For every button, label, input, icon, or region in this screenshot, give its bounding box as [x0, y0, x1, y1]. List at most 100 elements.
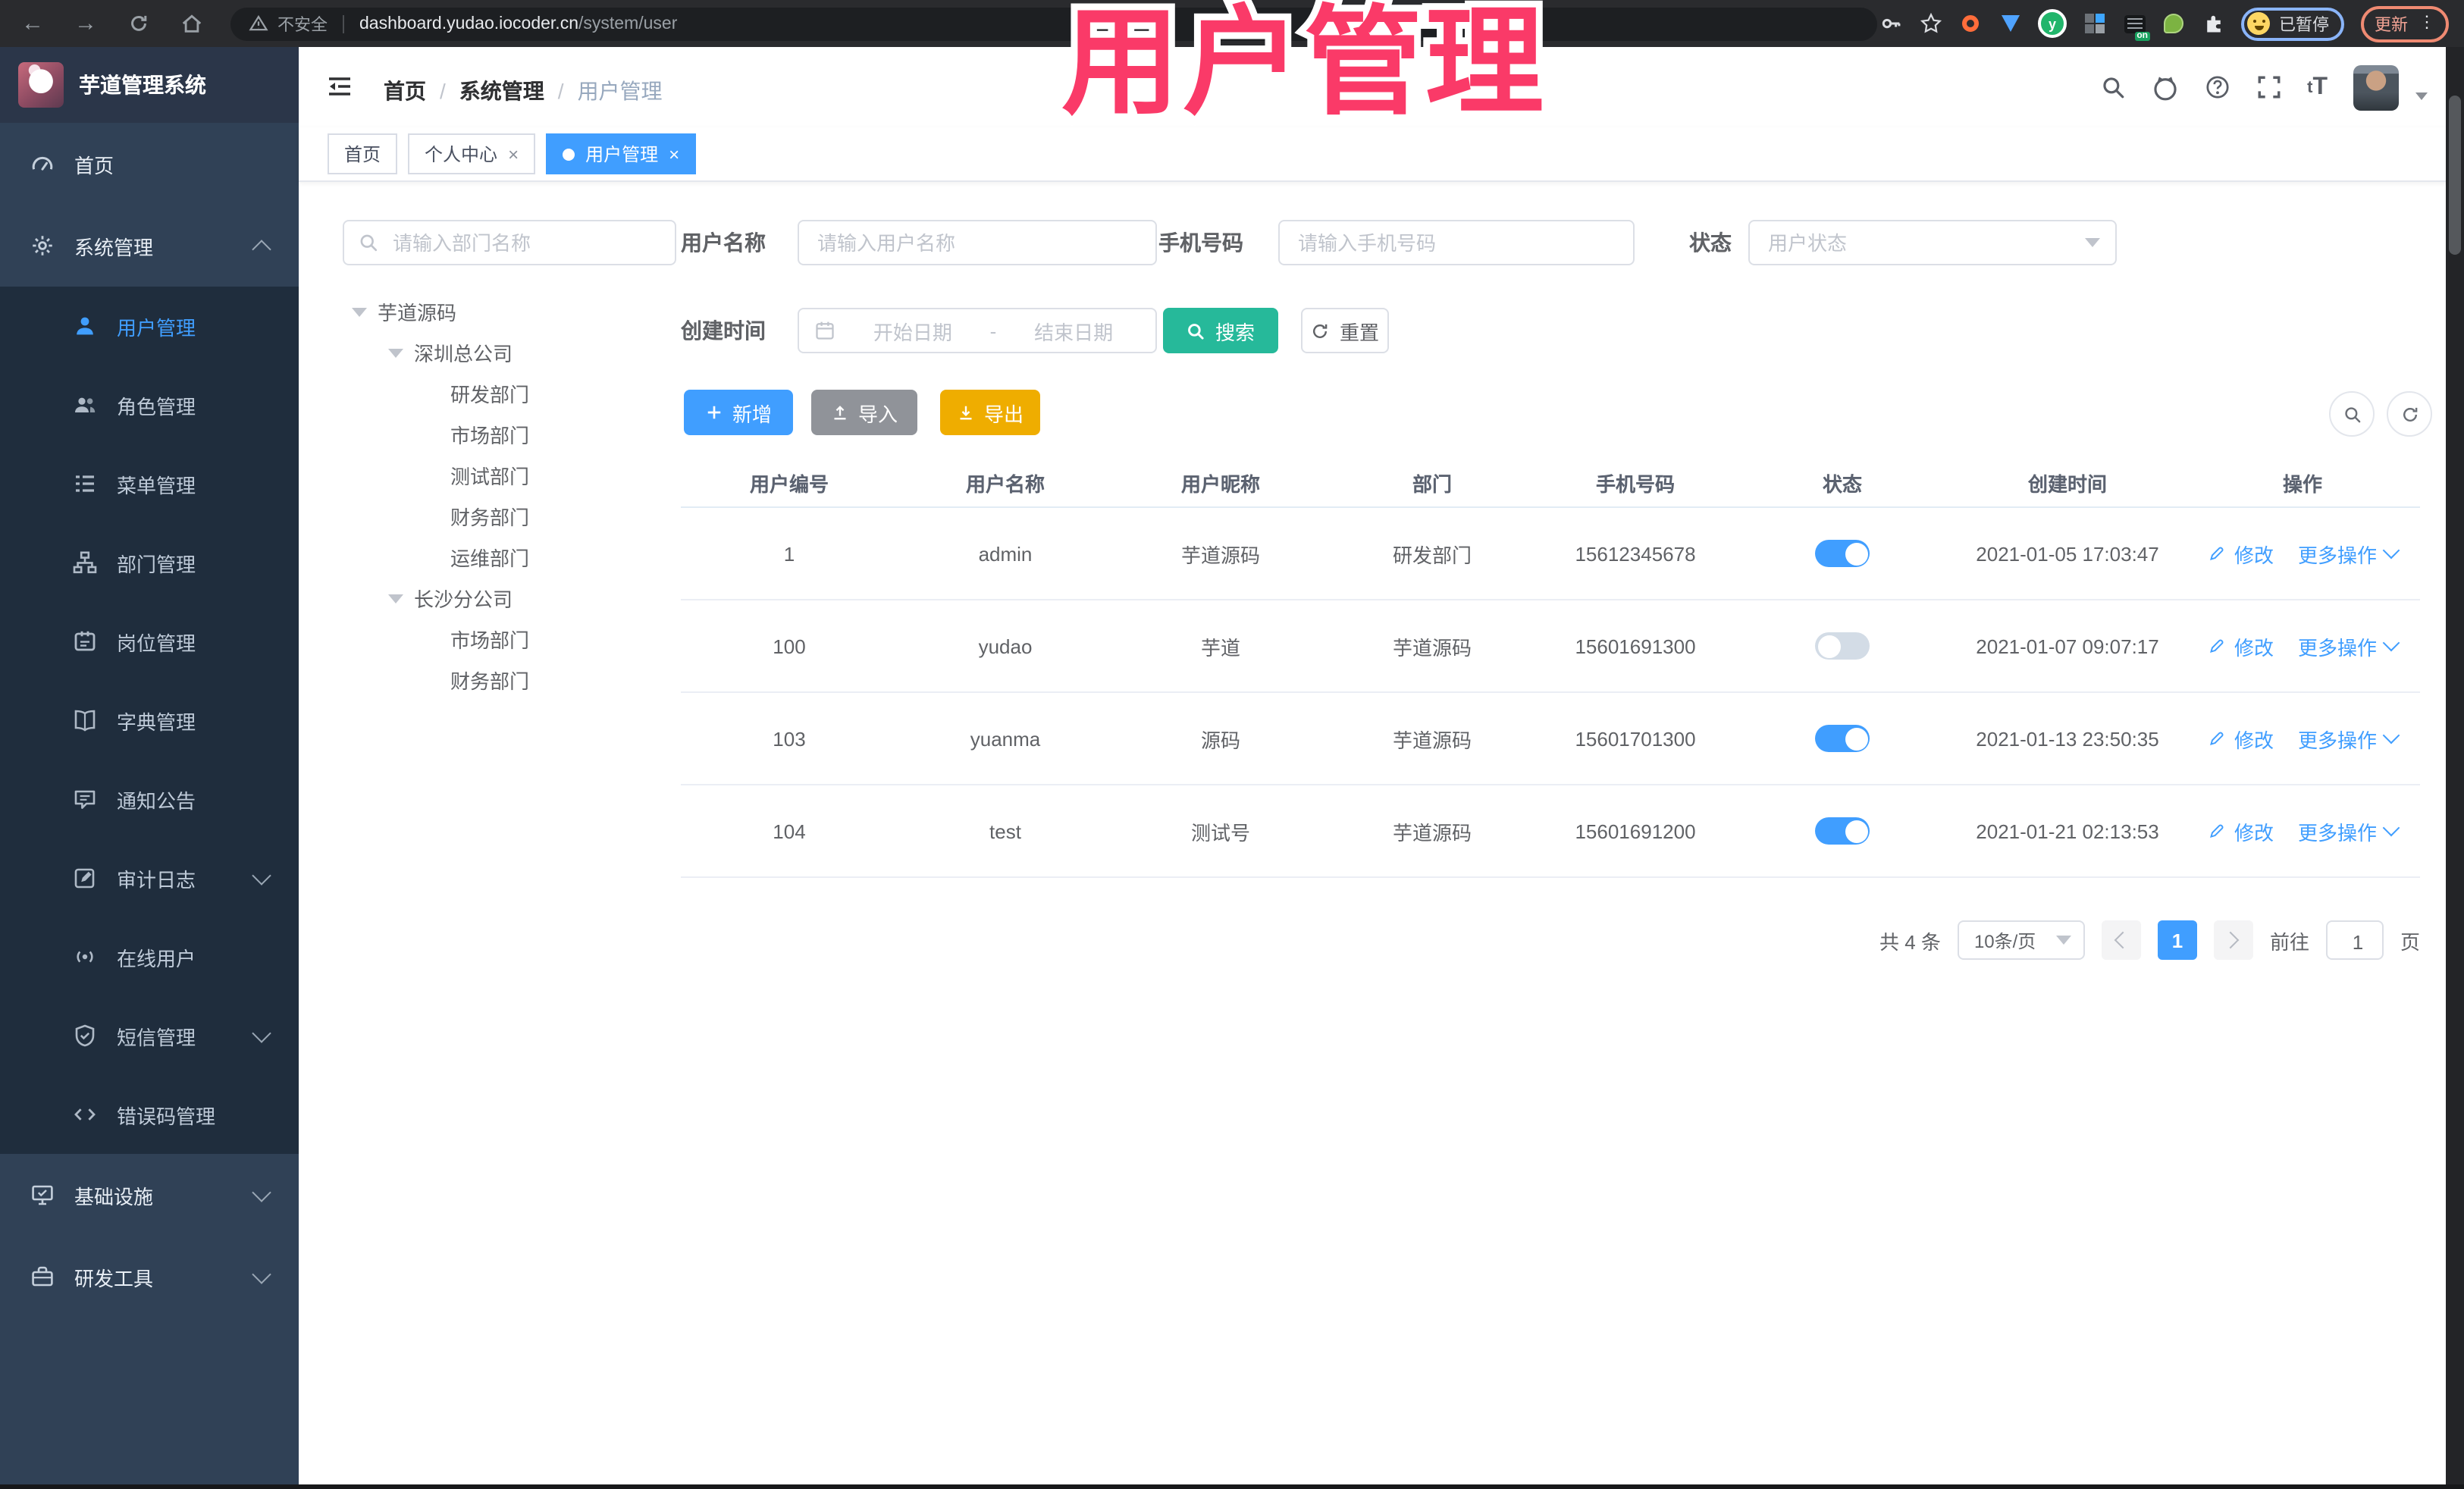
- tab-home[interactable]: 首页: [328, 133, 398, 174]
- edit-link[interactable]: 修改: [2234, 632, 2274, 660]
- chevron-down-icon[interactable]: [2381, 819, 2400, 837]
- github-icon[interactable]: [2151, 74, 2178, 101]
- home-icon[interactable]: [180, 12, 203, 35]
- tree-node-dept[interactable]: 研发部门: [343, 373, 676, 414]
- browser-scrollbar[interactable]: [2446, 47, 2464, 1489]
- chevron-down-icon[interactable]: [2381, 726, 2400, 744]
- sidebar-item-home[interactable]: 首页: [0, 123, 299, 205]
- username-input[interactable]: [814, 230, 1140, 255]
- status-toggle[interactable]: [1815, 725, 1870, 752]
- tree-node-dept[interactable]: 测试部门: [343, 455, 676, 496]
- status-select[interactable]: [1748, 220, 2117, 265]
- extension-grid-icon[interactable]: [2083, 12, 2106, 35]
- import-button[interactable]: 导入: [811, 390, 917, 435]
- tree-node-dept[interactable]: 市场部门: [343, 414, 676, 455]
- sidebar-collapse-icon[interactable]: [326, 74, 353, 99]
- more-actions-link[interactable]: 更多操作: [2298, 539, 2377, 568]
- extensions-puzzle-icon[interactable]: [2202, 12, 2224, 35]
- more-actions-link[interactable]: 更多操作: [2298, 632, 2377, 660]
- tree-node-company[interactable]: 深圳总公司: [343, 332, 676, 373]
- page-size-select[interactable]: [1957, 920, 2085, 960]
- sidebar-item-dict-mgmt[interactable]: 字典管理: [0, 681, 299, 760]
- add-button[interactable]: 新增: [684, 390, 793, 435]
- sidebar-item-menu-mgmt[interactable]: 菜单管理: [0, 444, 299, 523]
- font-size-icon[interactable]: [2307, 74, 2328, 101]
- sidebar-item-online-users[interactable]: 在线用户: [0, 917, 299, 996]
- extension-leaf-icon[interactable]: [2162, 12, 2185, 35]
- breadcrumb-home[interactable]: 首页: [384, 76, 426, 106]
- more-actions-link[interactable]: 更多操作: [2298, 724, 2377, 753]
- bookmark-star-icon[interactable]: [1920, 12, 1942, 35]
- tree-node-dept[interactable]: 运维部门: [343, 537, 676, 578]
- tree-node-dept[interactable]: 市场部门: [343, 619, 676, 660]
- sidebar-item-errorcode-mgmt[interactable]: 错误码管理: [0, 1075, 299, 1154]
- back-icon[interactable]: ←: [21, 12, 44, 35]
- help-icon[interactable]: [2204, 74, 2230, 100]
- status-toggle[interactable]: [1815, 540, 1870, 567]
- date-end-placeholder[interactable]: 结束日期: [1007, 316, 1140, 345]
- extension-orange-icon[interactable]: [1959, 12, 1982, 35]
- status-select-input[interactable]: [1765, 230, 2074, 255]
- app-logo[interactable]: 芋道管理系统: [0, 47, 299, 123]
- edit-link[interactable]: 修改: [2234, 539, 2274, 568]
- fullscreen-icon[interactable]: [2256, 74, 2281, 100]
- close-icon[interactable]: ×: [669, 143, 679, 165]
- chevron-down-icon[interactable]: [2381, 634, 2400, 652]
- sidebar-item-dept-mgmt[interactable]: 部门管理: [0, 523, 299, 602]
- refresh-table-button[interactable]: [2387, 391, 2432, 437]
- key-icon[interactable]: [1880, 12, 1903, 35]
- sidebar-item-audit-log[interactable]: 审计日志: [0, 839, 299, 917]
- goto-page-input[interactable]: [2327, 922, 2388, 961]
- sidebar-item-role-mgmt[interactable]: 角色管理: [0, 365, 299, 444]
- chevron-down-icon[interactable]: [2381, 541, 2400, 560]
- menu-kebab-icon[interactable]: ⋮: [2419, 14, 2435, 32]
- prev-page-button[interactable]: [2101, 920, 2141, 960]
- status-toggle[interactable]: [1815, 632, 1870, 660]
- mobile-input[interactable]: [1295, 230, 1618, 255]
- sidebar-item-system[interactable]: 系统管理: [0, 205, 299, 287]
- dept-search-input[interactable]: [390, 230, 661, 255]
- mobile-field[interactable]: [1278, 220, 1635, 265]
- goto-page-field[interactable]: [2325, 920, 2388, 961]
- caret-icon[interactable]: [352, 307, 367, 316]
- more-actions-link[interactable]: 更多操作: [2298, 817, 2377, 845]
- close-icon[interactable]: ×: [508, 143, 519, 165]
- next-page-button[interactable]: [2213, 920, 2253, 960]
- page-size-value[interactable]: [1970, 928, 2049, 952]
- sidebar-item-sms-mgmt[interactable]: 短信管理: [0, 996, 299, 1075]
- forward-icon[interactable]: →: [74, 12, 97, 35]
- user-avatar[interactable]: [2353, 64, 2399, 110]
- caret-icon[interactable]: [388, 594, 403, 603]
- toggle-search-button[interactable]: [2329, 391, 2375, 437]
- sidebar-item-infra[interactable]: 基础设施: [0, 1154, 299, 1236]
- reset-button[interactable]: 重置: [1301, 308, 1389, 353]
- tab-user-mgmt[interactable]: 用户管理 ×: [546, 133, 697, 174]
- username-field[interactable]: [798, 220, 1157, 265]
- dept-search-box[interactable]: [343, 220, 676, 265]
- tree-node-dept[interactable]: 财务部门: [343, 496, 676, 537]
- export-button[interactable]: 导出: [940, 390, 1040, 435]
- sidebar-item-post-mgmt[interactable]: 岗位管理: [0, 602, 299, 681]
- tab-profile[interactable]: 个人中心 ×: [408, 133, 536, 174]
- reload-icon[interactable]: [127, 12, 150, 35]
- date-range-picker[interactable]: 开始日期 - 结束日期: [798, 308, 1157, 353]
- scrollbar-thumb[interactable]: [2449, 96, 2461, 255]
- extension-tampermonkey-icon[interactable]: on: [2123, 12, 2150, 41]
- avatar-caret-icon[interactable]: [2415, 92, 2428, 100]
- breadcrumb-section[interactable]: 系统管理: [459, 76, 544, 106]
- sidebar-item-user-mgmt[interactable]: 用户管理: [0, 287, 299, 365]
- edit-link[interactable]: 修改: [2234, 724, 2274, 753]
- tree-node-dept[interactable]: 财务部门: [343, 660, 676, 701]
- page-1-button[interactable]: 1: [2157, 920, 2197, 960]
- browser-update-button[interactable]: 更新 ⋮: [2361, 5, 2449, 42]
- caret-icon[interactable]: [388, 348, 403, 357]
- date-start-placeholder[interactable]: 开始日期: [846, 316, 980, 345]
- address-bar[interactable]: 不安全 dashboard.yudao.iocoder.cn/system/us…: [230, 7, 1877, 40]
- search-icon[interactable]: [2099, 74, 2125, 100]
- sidebar-item-dev-tools[interactable]: 研发工具: [0, 1236, 299, 1318]
- extension-gem-icon[interactable]: [1998, 12, 2021, 35]
- sidebar-item-notice[interactable]: 通知公告: [0, 760, 299, 839]
- edit-link[interactable]: 修改: [2234, 817, 2274, 845]
- extension-y-icon[interactable]: y: [2038, 9, 2067, 38]
- browser-profile-chip[interactable]: 已暂停: [2241, 7, 2344, 40]
